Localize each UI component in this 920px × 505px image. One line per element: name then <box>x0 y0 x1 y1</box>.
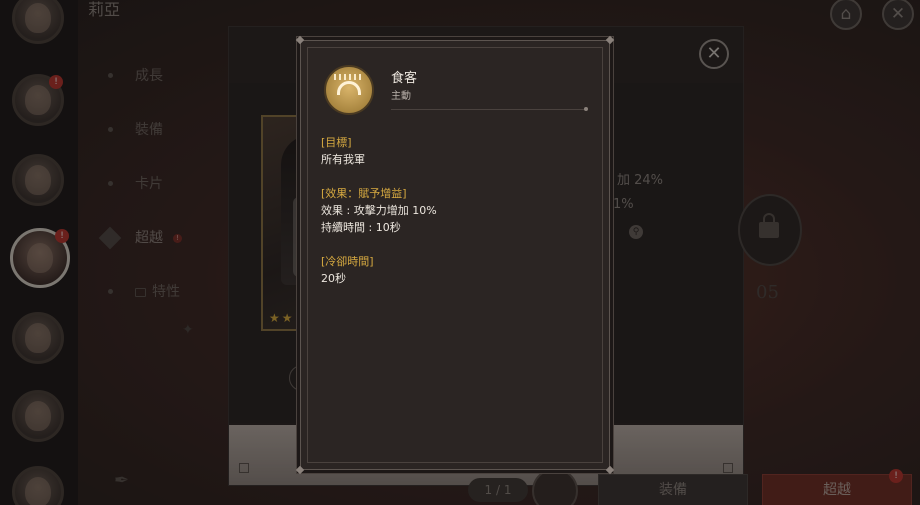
skill-sun-icon <box>324 65 374 115</box>
game-screen: ! ! 莉亞 ⌂ ✕ 成長 裝備 卡片 超越! 特性 ✕ ★★ 加 24% 1%… <box>0 0 920 505</box>
section-text: 20秒 <box>321 272 346 285</box>
skill-name: 食客 <box>391 71 418 86</box>
skill-type: 主動 <box>391 91 411 102</box>
skill-tooltip: 食客 主動 [目標] 所有我軍 [效果：賦予增益] 效果 : 攻擊力增加 10%… <box>295 35 615 475</box>
divider <box>391 107 588 111</box>
section-text: 所有我軍 <box>321 153 365 166</box>
section-heading-cooldown: [冷卻時間] <box>321 255 374 268</box>
section-heading-target: [目標] <box>321 136 352 149</box>
section-text: 持續時間 : 10秒 <box>321 221 401 234</box>
section-text: 效果 : 攻擊力增加 10% <box>321 204 437 217</box>
section-heading-effect: [效果：賦予增益] <box>321 187 407 200</box>
